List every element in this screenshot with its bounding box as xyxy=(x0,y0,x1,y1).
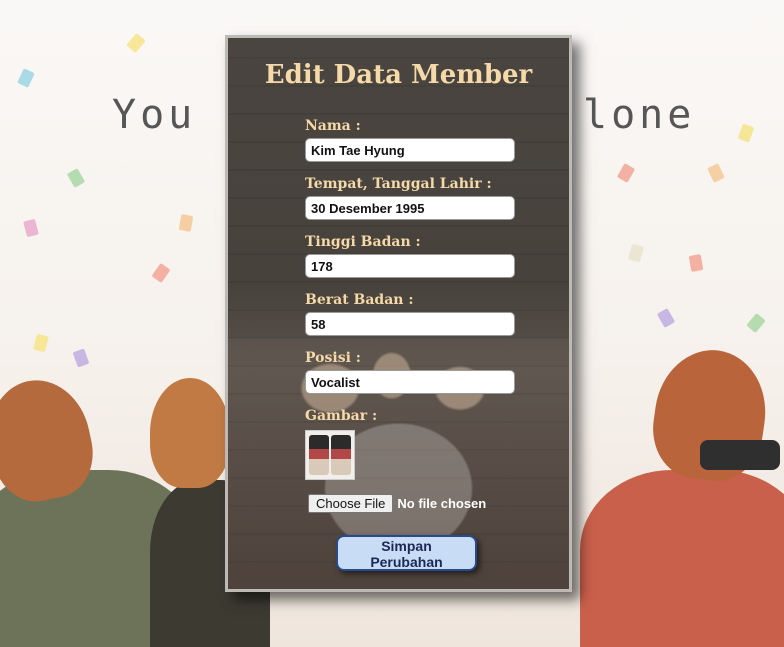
posisi-input[interactable] xyxy=(305,370,515,394)
field-tempat-tanggal-lahir: Tempat, Tanggal Lahir : xyxy=(305,176,517,220)
member-image-thumbnail xyxy=(305,430,355,480)
field-tinggi-badan: Tinggi Badan : xyxy=(305,234,517,278)
figure-left2-hair xyxy=(150,378,230,488)
field-label: Nama : xyxy=(305,118,361,134)
nama-input[interactable] xyxy=(305,138,515,162)
field-label: Posisi : xyxy=(305,350,361,366)
figure-right-bandana xyxy=(700,440,780,470)
background-text-right: lone xyxy=(583,92,696,138)
tempat-tanggal-lahir-input[interactable] xyxy=(305,196,515,220)
thumbnail-photo-part xyxy=(331,435,351,475)
field-label: Gambar : xyxy=(305,408,378,424)
edit-member-form: Edit Data Member Nama : Tempat, Tanggal … xyxy=(225,35,572,592)
background-text-left: You xyxy=(112,92,197,138)
thumbnail-photo-part xyxy=(309,435,329,475)
page-title: Edit Data Member xyxy=(264,60,533,90)
field-gambar: Gambar : xyxy=(305,408,517,428)
confetti xyxy=(688,254,704,272)
field-posisi: Posisi : xyxy=(305,350,517,394)
berat-badan-input[interactable] xyxy=(305,312,515,336)
field-label: Tinggi Badan : xyxy=(305,234,421,250)
figure-right-body xyxy=(580,470,784,647)
file-status: No file chosen xyxy=(397,496,487,511)
field-label: Berat Badan : xyxy=(305,292,414,308)
save-changes-button[interactable]: Simpan Perubahan xyxy=(336,535,477,571)
field-label: Tempat, Tanggal Lahir : xyxy=(305,176,492,192)
tinggi-badan-input[interactable] xyxy=(305,254,515,278)
field-berat-badan: Berat Badan : xyxy=(305,292,517,336)
choose-file-button[interactable]: Choose File xyxy=(308,494,394,513)
field-nama: Nama : xyxy=(305,118,517,162)
file-upload: Choose File No file chosen xyxy=(308,494,486,513)
